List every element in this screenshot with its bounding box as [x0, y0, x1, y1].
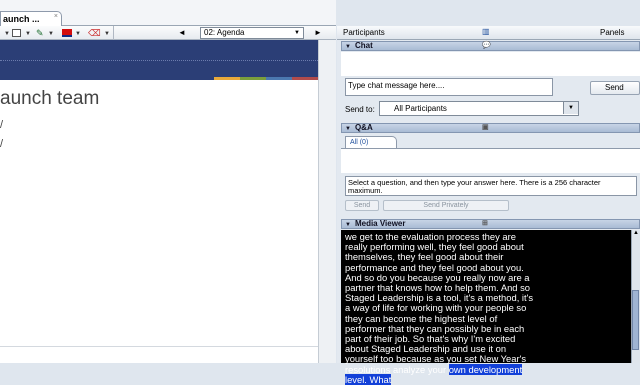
- qa-icon: ▣: [482, 124, 489, 131]
- annotation-toolbar: ▼ ▼ ✎ ▼ ▼ ⌫ ▼ ◄ 02: Agenda ▼ ►: [0, 26, 336, 40]
- banner-divider: [0, 60, 318, 61]
- chevron-down-icon[interactable]: ▼: [75, 28, 81, 38]
- panels-menu[interactable]: Panels: [600, 28, 624, 37]
- media-viewer-header-label: Media Viewer: [354, 219, 406, 228]
- participants-button[interactable]: Participants: [343, 28, 385, 37]
- caption-scroll-thumb[interactable]: [632, 290, 639, 350]
- divider: [0, 346, 318, 347]
- slide-title: aunch team: [0, 88, 100, 109]
- chevron-down-icon[interactable]: ▼: [104, 28, 110, 38]
- slide-bullet: /: [0, 119, 4, 131]
- document-tab-title: aunch ...: [3, 14, 40, 24]
- pen-tool-icon[interactable]: ✎: [36, 28, 44, 38]
- participants-icon[interactable]: ▥: [482, 27, 490, 36]
- media-viewer-header[interactable]: ▼ Media Viewer ⊞: [341, 219, 640, 229]
- chat-header-label: Chat: [354, 41, 373, 50]
- banner-color-stripes: [214, 77, 318, 80]
- qa-question-list: [341, 148, 640, 173]
- collapse-icon[interactable]: ▼: [345, 44, 351, 50]
- next-slide-button[interactable]: ►: [314, 28, 322, 38]
- chat-send-button[interactable]: Send: [590, 81, 640, 95]
- slide-bullet: /: [0, 138, 4, 150]
- caption-highlight: own development: [448, 363, 523, 375]
- send-to-label: Send to:: [345, 105, 375, 114]
- qa-tab-all[interactable]: All (0): [345, 136, 397, 148]
- chat-history: [341, 52, 640, 76]
- send-to-select[interactable]: All Participants: [379, 101, 579, 116]
- eraser-icon[interactable]: ⌫: [88, 28, 101, 38]
- collapse-icon[interactable]: ▼: [345, 126, 351, 132]
- rectangle-tool-icon[interactable]: [12, 29, 21, 37]
- media-icon: ⊞: [482, 220, 488, 227]
- chevron-down-icon: ▼: [294, 30, 300, 36]
- qa-send-button[interactable]: Send: [345, 200, 379, 211]
- collapse-icon[interactable]: ▼: [345, 222, 351, 228]
- qa-answer-input[interactable]: Select a question, and then type your an…: [345, 176, 637, 196]
- chevron-down-icon[interactable]: ▼: [25, 28, 31, 38]
- slide-scrollbar[interactable]: [318, 40, 336, 363]
- slide-select-value: 02: Agenda: [204, 28, 245, 37]
- chat-message-input[interactable]: Type chat message here....: [345, 78, 553, 96]
- qa-panel-header[interactable]: ▼ Q&A ▣: [341, 123, 640, 133]
- color-picker-icon[interactable]: [62, 29, 72, 37]
- chat-bubble-icon: 💬: [482, 42, 491, 49]
- chat-panel-header[interactable]: ▼ Chat 💬: [341, 41, 640, 51]
- caption-fragment: resolutions analyze your: [345, 363, 449, 375]
- chevron-down-icon[interactable]: ▼: [48, 28, 54, 38]
- slide-select[interactable]: 02: Agenda ▼: [200, 27, 304, 39]
- previous-slide-button[interactable]: ◄: [178, 28, 186, 38]
- caption-text: we get to the evaluation process they ar…: [345, 231, 629, 385]
- arrow-down-icon[interactable]: ▼: [4, 28, 10, 38]
- chevron-down-icon[interactable]: ▼: [563, 102, 578, 114]
- caption-highlight: level. What: [345, 373, 392, 385]
- close-icon[interactable]: ×: [54, 13, 58, 20]
- qa-header-label: Q&A: [354, 123, 373, 132]
- caption-line: level. What: [345, 373, 629, 385]
- scroll-up-icon[interactable]: ▲: [633, 230, 639, 236]
- document-tab[interactable]: aunch ... ×: [0, 11, 62, 27]
- qa-send-privately-button[interactable]: Send Privately: [383, 200, 509, 211]
